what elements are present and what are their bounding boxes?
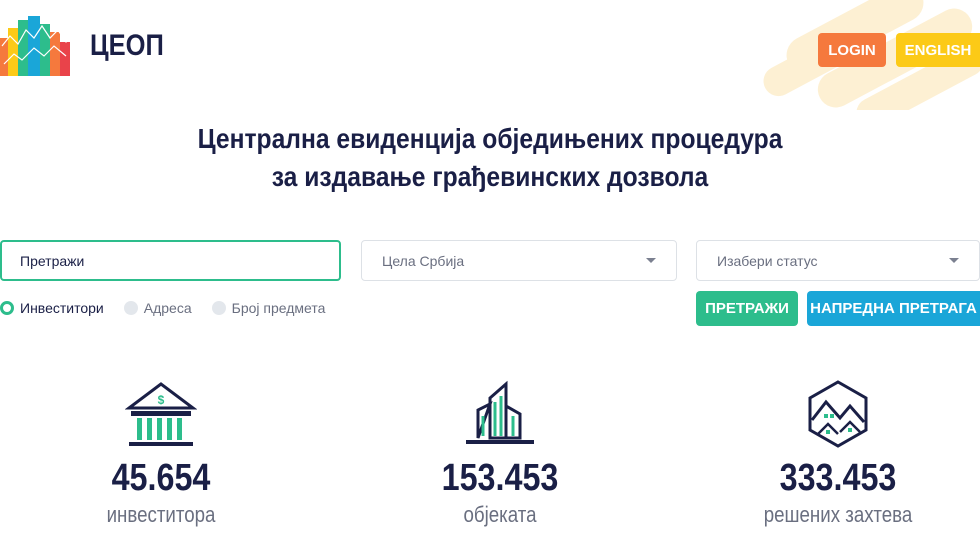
language-english-button[interactable]: ENGLISH	[896, 33, 980, 67]
chevron-down-icon	[949, 258, 959, 263]
radio-label: Инвеститори	[20, 300, 104, 316]
radio-unchecked-icon[interactable]	[211, 301, 226, 315]
bank-icon: $	[125, 382, 197, 446]
radio-label: Број предмета	[231, 300, 326, 316]
title-line-1: Централна евиденција обједињених процеду…	[197, 123, 783, 154]
building-icon	[466, 380, 534, 444]
radio-investors[interactable]: Инвеститори	[0, 300, 104, 316]
status-select[interactable]: Изабери статус	[696, 240, 980, 281]
stat-label: решених захтева	[763, 502, 913, 527]
radio-label: Адреса	[143, 300, 192, 316]
chevron-down-icon	[646, 258, 656, 263]
search-button[interactable]: ПРЕТРАЖИ	[696, 291, 798, 326]
houses-hexagon-icon	[808, 380, 868, 448]
radio-address[interactable]: Адреса	[123, 300, 192, 316]
stat-label: инвеститора	[106, 502, 216, 527]
search-field[interactable]	[0, 240, 341, 281]
logo-text: ЦЕОП	[90, 29, 164, 62]
stat-value: 153.453	[441, 457, 559, 499]
stat-buildings: 153.453 објеката	[380, 380, 620, 530]
site-logo[interactable]: ЦЕОП	[0, 16, 177, 76]
radio-checked-icon[interactable]	[0, 301, 14, 315]
radio-unchecked-icon[interactable]	[123, 301, 138, 315]
title-line-2: за издавање грађевинских дозвола	[271, 161, 709, 192]
stat-investors: $ 45.654 инвеститора	[41, 380, 281, 530]
svg-text:$: $	[158, 393, 165, 407]
logo-buildings-icon	[0, 16, 75, 76]
radio-case-number[interactable]: Број предмета	[211, 300, 326, 316]
page-title: Централна евиденција обједињених процеду…	[0, 120, 980, 196]
search-type-radio-group: Инвеститори Адреса Број предмета	[0, 300, 345, 316]
stat-resolved-requests: 333.453 решених захтева	[718, 380, 958, 530]
login-button[interactable]: LOGIN	[818, 33, 886, 67]
stat-label: објеката	[463, 502, 537, 527]
status-select-placeholder: Изабери статус	[717, 252, 818, 269]
search-input[interactable]	[20, 252, 339, 269]
stat-value: 333.453	[779, 457, 897, 499]
region-select[interactable]: Цела Србија	[361, 240, 677, 281]
stat-value: 45.654	[111, 457, 211, 499]
advanced-search-button[interactable]: НАПРЕДНА ПРЕТРАГА	[807, 291, 980, 326]
region-select-value: Цела Србија	[382, 252, 465, 269]
